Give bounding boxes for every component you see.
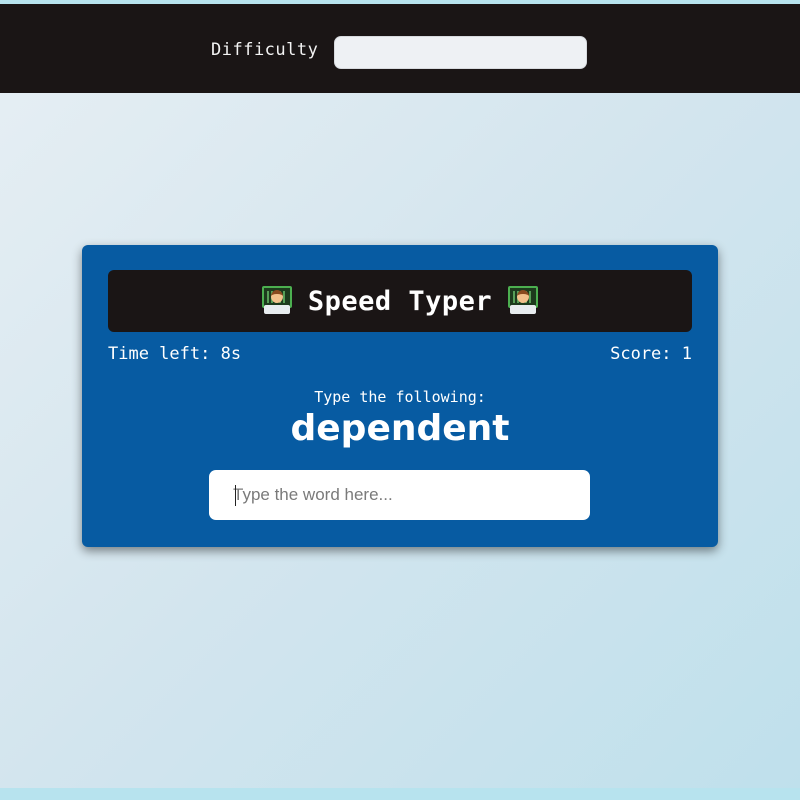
title-bar: Speed Typer: [108, 270, 692, 332]
score: Score: 1: [610, 344, 692, 364]
difficulty-label: Difficulty: [211, 40, 319, 60]
game-card: Speed Typer Time left: 8s Score: 1 Type …: [82, 245, 718, 547]
technologist-icon: [261, 286, 292, 316]
technologist-icon: [508, 286, 539, 316]
target-word: dependent: [290, 408, 510, 449]
text-caret: [235, 485, 236, 506]
difficulty-select[interactable]: [334, 36, 587, 69]
prompt-label: Type the following:: [314, 388, 486, 406]
word-input[interactable]: [209, 470, 590, 520]
game-title: Speed Typer: [307, 285, 493, 317]
settings-bar: Difficulty: [0, 4, 800, 93]
time-left: Time left: 8s: [108, 344, 242, 364]
